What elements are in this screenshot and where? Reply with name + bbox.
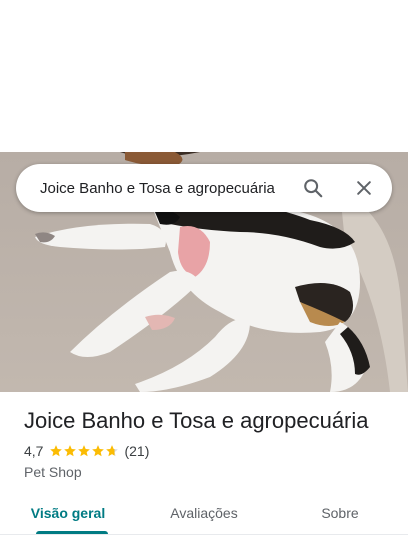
star-icon xyxy=(64,445,77,457)
tab-reviews[interactable]: Avaliações xyxy=(136,494,272,536)
search-icon xyxy=(304,179,323,198)
close-button[interactable] xyxy=(348,172,380,204)
blank-area xyxy=(0,0,408,152)
tab-about[interactable]: Sobre xyxy=(272,494,408,536)
star-icon xyxy=(78,445,91,457)
star-rating xyxy=(49,444,119,458)
close-icon xyxy=(357,181,371,195)
rating-value: 4,7 xyxy=(24,443,44,459)
half-star-icon xyxy=(106,445,119,457)
star-icon xyxy=(92,445,105,457)
place-title: Joice Banho e Tosa e agropecuária xyxy=(24,408,369,433)
tab-bar: Visão geral Avaliações Sobre xyxy=(0,494,408,536)
tab-overview[interactable]: Visão geral xyxy=(0,494,136,536)
search-button[interactable] xyxy=(297,172,329,204)
search-query-text[interactable]: Joice Banho e Tosa e agropecuária xyxy=(40,180,297,197)
rating-row[interactable]: 4,7 (21) xyxy=(24,442,394,460)
star-icon xyxy=(50,445,63,457)
tab-divider xyxy=(0,534,408,535)
search-bar[interactable]: Joice Banho e Tosa e agropecuária xyxy=(16,164,392,212)
place-info: Joice Banho e Tosa e agropecuária 4,7 (2… xyxy=(24,406,394,480)
review-count[interactable]: (21) xyxy=(124,443,149,459)
place-category[interactable]: Pet Shop xyxy=(24,464,394,480)
